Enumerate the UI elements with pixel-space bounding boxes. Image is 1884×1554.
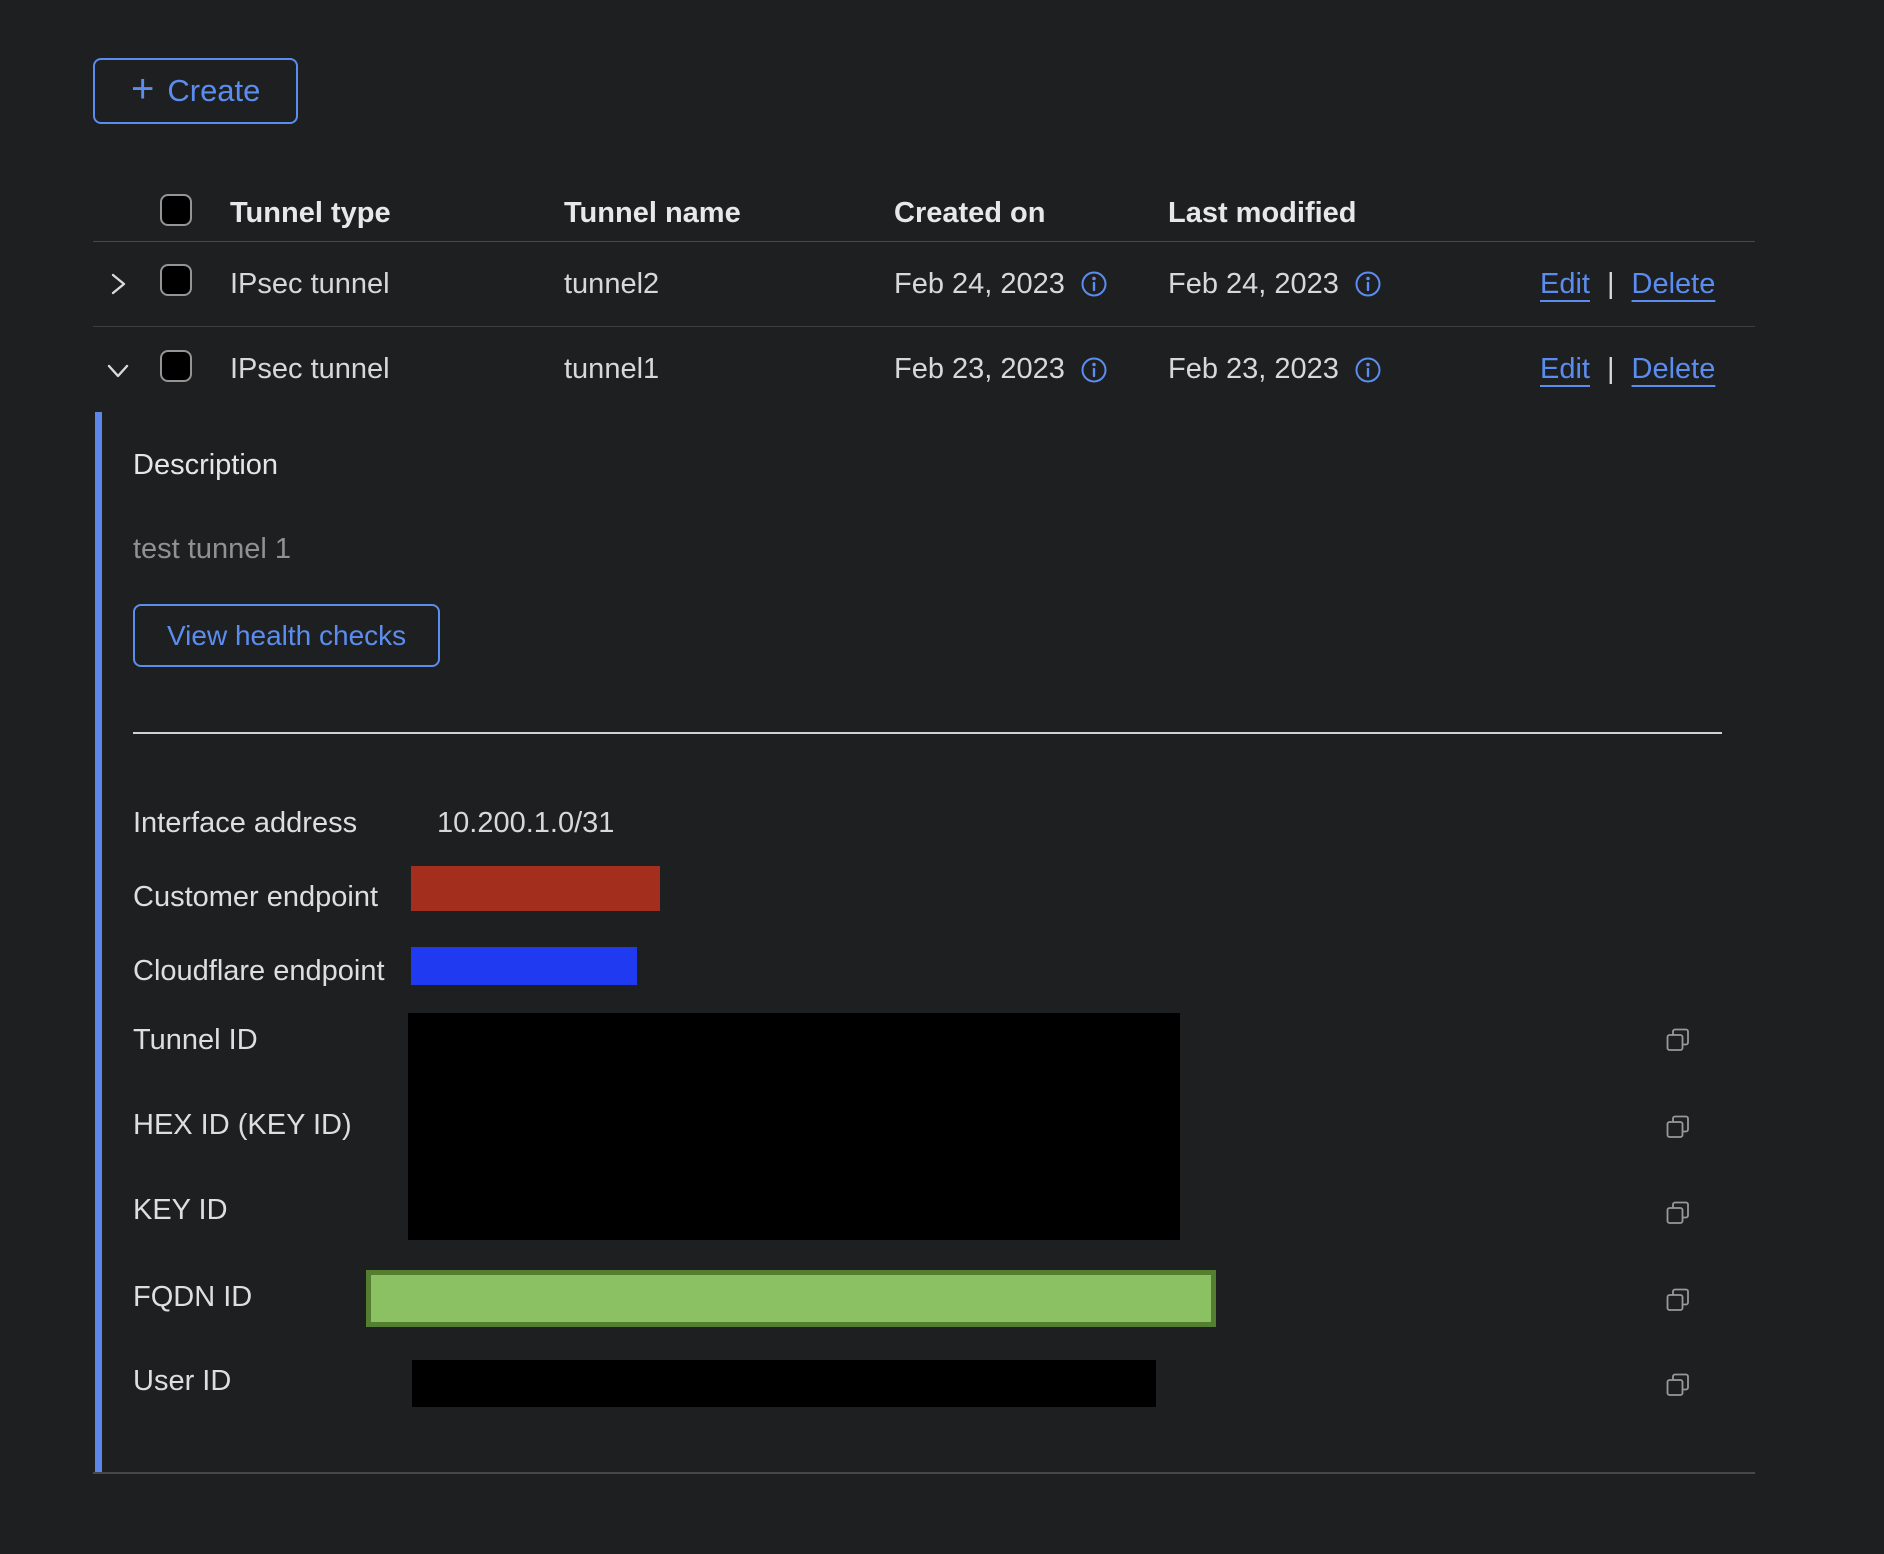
hex-id-label: HEX ID (KEY ID) [133,1108,352,1142]
copy-icon [1663,1198,1693,1228]
created-on-value: Feb 23, 2023 [894,353,1065,386]
fqdn-id-redaction [366,1270,1216,1327]
copy-fqdn-id-button[interactable] [1663,1285,1693,1315]
created-on-cell: Feb 24, 2023 [894,268,1168,301]
create-button[interactable]: + Create [93,58,298,124]
view-health-checks-button[interactable]: View health checks [133,604,440,667]
copy-tunnel-id-button[interactable] [1663,1025,1693,1055]
ipsec-tunnels-page: + Create Tunnel type Tunnel name Created… [0,0,1884,1554]
tunnel-name-cell: tunnel2 [564,268,894,301]
user-id-label: User ID [133,1364,231,1398]
table-header-row: Tunnel type Tunnel name Created on Last … [93,186,1755,242]
description-value: test tunnel 1 [133,532,291,566]
tunnel-name-cell: tunnel1 [564,353,894,386]
user-id-redaction [412,1360,1156,1407]
info-icon[interactable] [1354,356,1382,384]
row-actions: Edit | Delete [1540,268,1757,301]
chevron-right-icon [101,267,135,301]
copy-icon [1663,1285,1693,1315]
tunnel-details-panel: Description test tunnel 1 View health ch… [93,412,1755,1474]
copy-hex-id-button[interactable] [1663,1112,1693,1142]
column-header-created-on: Created on [894,197,1168,230]
created-on-value: Feb 24, 2023 [894,268,1065,301]
ids-redaction [408,1013,1180,1240]
tunnel-type-cell: IPsec tunnel [230,353,564,386]
info-icon[interactable] [1354,270,1382,298]
fqdn-id-label: FQDN ID [133,1280,252,1314]
collapse-row-button[interactable] [93,353,135,387]
description-label: Description [133,448,278,482]
cloudflare-endpoint-redaction [411,947,637,985]
create-button-label: Create [167,73,260,109]
created-on-cell: Feb 23, 2023 [894,353,1168,386]
chevron-down-icon [101,353,135,387]
copy-key-id-button[interactable] [1663,1198,1693,1228]
edit-link[interactable]: Edit [1540,353,1590,386]
edit-link[interactable]: Edit [1540,268,1590,301]
table-row-tunnel2: IPsec tunnel tunnel2 Feb 24, 2023 Feb 24… [93,242,1755,327]
row-actions: Edit | Delete [1540,353,1757,386]
copy-icon [1663,1370,1693,1400]
info-icon[interactable] [1080,356,1108,384]
expand-row-button[interactable] [93,267,135,301]
row-checkbox[interactable] [160,350,192,382]
table-row-tunnel1: IPsec tunnel tunnel1 Feb 23, 2023 Feb 23… [93,327,1755,412]
delete-link[interactable]: Delete [1632,268,1716,301]
column-header-tunnel-type: Tunnel type [230,197,564,230]
cloudflare-endpoint-label: Cloudflare endpoint [133,954,385,988]
action-separator: | [1607,268,1615,301]
interface-address-label: Interface address [133,806,357,840]
last-modified-value: Feb 23, 2023 [1168,353,1339,386]
tunnel-type-cell: IPsec tunnel [230,268,564,301]
last-modified-cell: Feb 24, 2023 [1168,268,1540,301]
row-checkbox[interactable] [160,264,192,296]
interface-address-value: 10.200.1.0/31 [437,806,614,840]
action-separator: | [1607,353,1615,386]
last-modified-cell: Feb 23, 2023 [1168,353,1540,386]
copy-icon [1663,1112,1693,1142]
select-all-checkbox[interactable] [160,194,192,226]
column-header-last-modified: Last modified [1168,197,1540,230]
plus-icon: + [131,69,154,109]
column-header-tunnel-name: Tunnel name [564,197,894,230]
copy-icon [1663,1025,1693,1055]
customer-endpoint-redaction [411,866,660,911]
last-modified-value: Feb 24, 2023 [1168,268,1339,301]
info-icon[interactable] [1080,270,1108,298]
key-id-label: KEY ID [133,1193,228,1227]
copy-user-id-button[interactable] [1663,1370,1693,1400]
tunnel-id-label: Tunnel ID [133,1023,258,1057]
tunnels-table: Tunnel type Tunnel name Created on Last … [93,186,1755,1474]
section-divider [133,732,1722,734]
customer-endpoint-label: Customer endpoint [133,880,378,914]
delete-link[interactable]: Delete [1632,353,1716,386]
